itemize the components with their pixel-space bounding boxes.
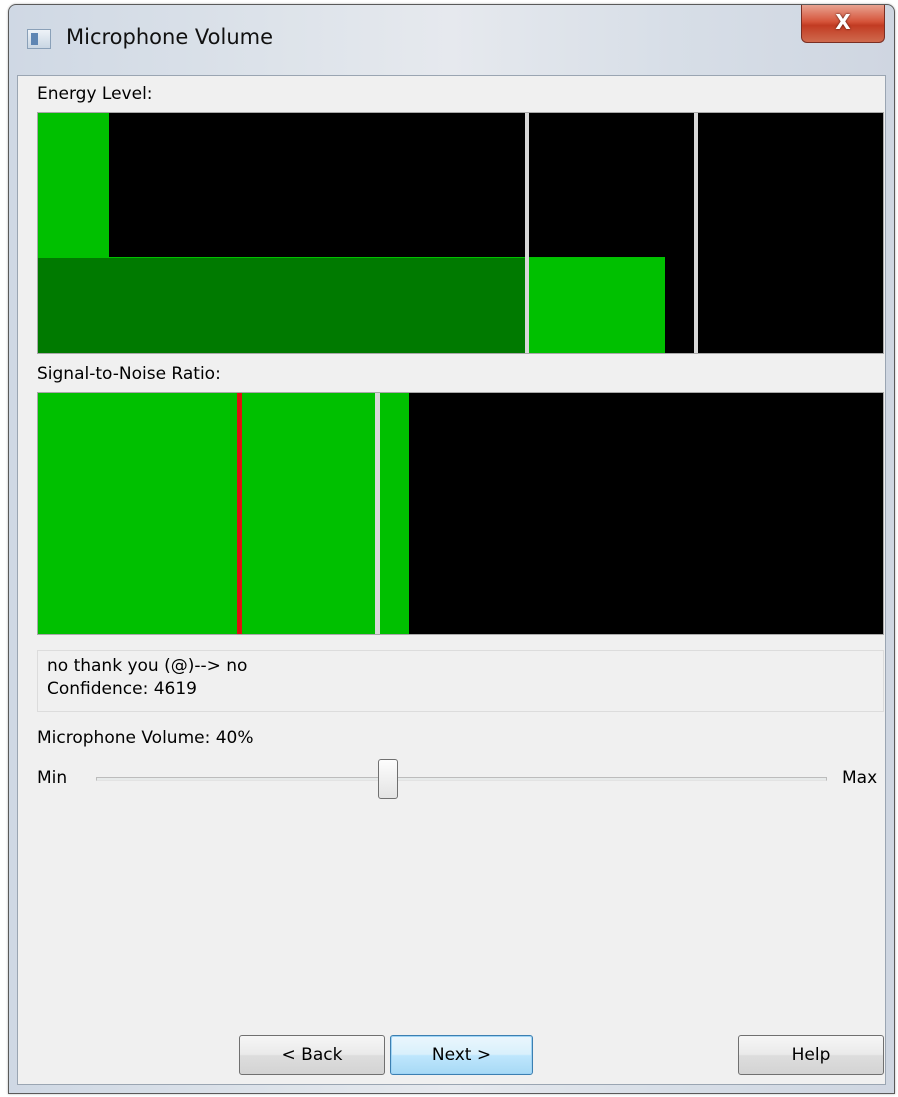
volume-slider-thumb[interactable]	[378, 759, 399, 799]
slider-max-label: Max	[842, 768, 878, 788]
help-button[interactable]: Help	[738, 1035, 884, 1075]
microphone-volume-label: Microphone Volume: 40%	[37, 728, 254, 748]
back-button[interactable]: < Back	[239, 1035, 385, 1075]
snr-meter	[37, 392, 884, 635]
title-bar[interactable]: Microphone Volume X	[9, 5, 894, 75]
recognition-phrase: no thank you (@)--> no	[47, 656, 248, 676]
microphone-volume-dialog: Microphone Volume X Energy Level: Signal…	[8, 4, 895, 1094]
snr-marker	[375, 393, 380, 634]
window-title: Microphone Volume	[66, 25, 274, 49]
close-button[interactable]: X	[801, 5, 885, 43]
energy-level-label: Energy Level:	[37, 84, 153, 104]
app-icon	[27, 29, 51, 49]
recognition-confidence: Confidence: 4619	[47, 679, 197, 699]
energy-high-segment	[528, 258, 664, 353]
slider-min-label: Min	[37, 768, 68, 788]
dialog-body: Energy Level: Signal-to-Noise Ratio: no …	[17, 75, 886, 1085]
energy-marker-low	[525, 113, 529, 353]
snr-threshold-marker	[237, 393, 242, 634]
energy-level-meter	[37, 112, 884, 354]
snr-label: Signal-to-Noise Ratio:	[37, 364, 221, 384]
volume-slider-track[interactable]	[96, 777, 827, 781]
snr-fill-bar	[38, 393, 409, 634]
energy-peak-bar	[38, 113, 109, 257]
energy-marker-high	[694, 113, 698, 353]
next-button[interactable]: Next >	[390, 1035, 533, 1075]
recognition-result-box: no thank you (@)--> no Confidence: 4619	[37, 650, 884, 712]
